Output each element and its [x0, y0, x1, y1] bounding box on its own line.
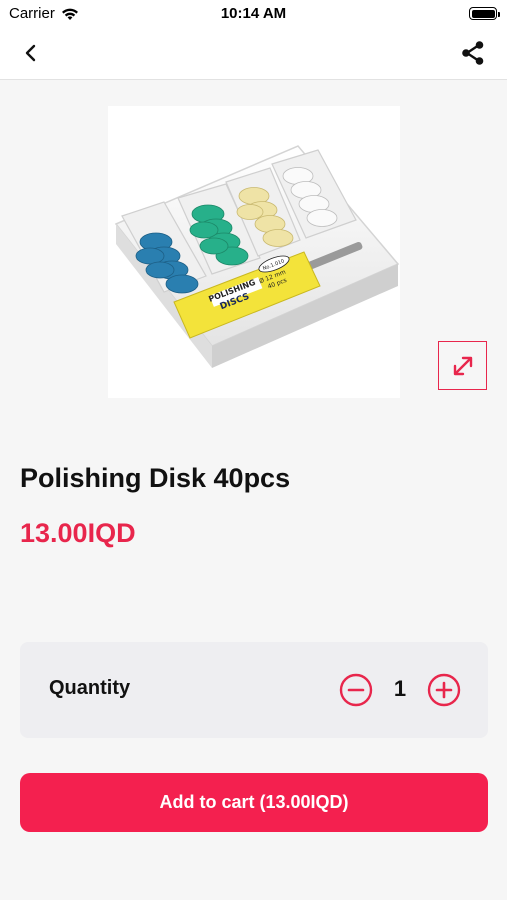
minus-circle-icon	[339, 673, 373, 707]
product-image[interactable]: POLISHING DISCS Ø 12 mm 40 pcs No.1.010	[108, 106, 400, 398]
quantity-panel: Quantity 1	[20, 642, 488, 738]
battery-tip	[498, 11, 500, 17]
expand-icon	[453, 356, 472, 375]
status-bar: Carrier 10:14 AM	[0, 0, 507, 28]
quantity-label: Quantity	[49, 677, 131, 699]
add-to-cart-button[interactable]: Add to cart (13.00IQD)	[20, 773, 488, 832]
product-price: 13.00IQD	[20, 518, 136, 548]
status-time: 10:14 AM	[220, 5, 287, 22]
battery-icon	[469, 7, 500, 20]
chevron-left-icon	[25, 44, 36, 62]
navigation-bar	[0, 28, 507, 80]
share-button[interactable]	[459, 39, 487, 67]
quantity-value: 1	[393, 676, 407, 701]
decrease-quantity-button[interactable]	[339, 673, 373, 707]
battery-level	[471, 9, 495, 18]
plus-circle-icon	[427, 673, 461, 707]
polishing-discs-tray-image: POLISHING DISCS Ø 12 mm 40 pcs No.1.010	[114, 145, 400, 368]
expand-image-button[interactable]	[438, 341, 487, 390]
product-title: Polishing Disk 40pcs	[20, 463, 291, 493]
back-button[interactable]	[18, 40, 44, 66]
share-icon	[462, 41, 484, 65]
increase-quantity-button[interactable]	[427, 673, 461, 707]
